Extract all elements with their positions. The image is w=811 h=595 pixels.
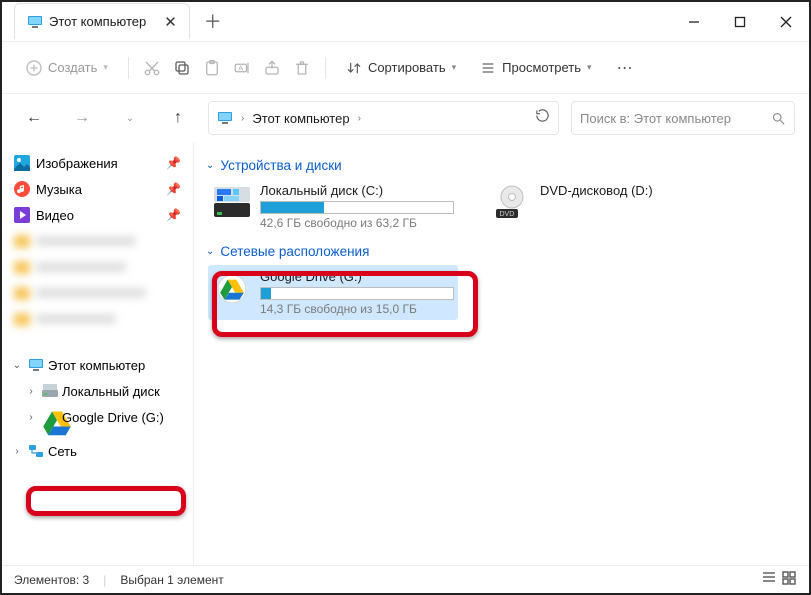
- content-area: ⌄ Устройства и диски Локальный диск (C:)…: [194, 142, 809, 565]
- drive-name: DVD-дисковод (D:): [540, 183, 684, 198]
- sidebar: Изображения 📌 Музыка 📌 Видео 📌 ⌄: [2, 142, 194, 565]
- drive-name: Локальный диск (C:): [260, 183, 454, 198]
- large-icons-view-button[interactable]: [781, 570, 797, 589]
- up-button[interactable]: ↑: [160, 100, 196, 136]
- create-button[interactable]: Создать ▾: [16, 51, 118, 85]
- sidebar-item-video[interactable]: Видео 📌: [6, 202, 189, 228]
- chevron-right-icon: ›: [358, 113, 361, 124]
- status-item-count: Элементов: 3: [14, 573, 89, 587]
- new-tab-button[interactable]: ＋: [196, 4, 230, 38]
- pin-icon: 📌: [166, 208, 181, 222]
- sidebar-item-label: Изображения: [36, 156, 118, 171]
- sidebar-item-images[interactable]: Изображения 📌: [6, 150, 189, 176]
- sidebar-item-music[interactable]: Музыка 📌: [6, 176, 189, 202]
- sort-icon: [346, 60, 362, 76]
- local-disk-icon: [212, 183, 252, 223]
- view-button[interactable]: Просмотреть ▾: [470, 51, 601, 85]
- search-input[interactable]: Поиск в: Этот компьютер: [571, 101, 795, 135]
- recent-dropdown[interactable]: ⌄: [112, 100, 148, 136]
- dvd-drive-icon: DVD: [492, 183, 532, 223]
- address-row: ← → ⌄ ↑ › Этот компьютер › Поиск в: Этот…: [2, 94, 809, 142]
- titlebar: Этот компьютер ✕ ＋: [2, 2, 809, 42]
- back-button[interactable]: ←: [16, 100, 52, 136]
- chevron-right-icon[interactable]: ›: [10, 446, 24, 457]
- drive-name: Google Drive (G:): [260, 269, 454, 284]
- rename-button[interactable]: A: [229, 55, 255, 81]
- this-pc-icon: [27, 14, 43, 30]
- drive-dvd-d[interactable]: DVD DVD-дисковод (D:): [488, 179, 688, 234]
- chevron-down-icon[interactable]: ⌄: [10, 360, 24, 371]
- group-label: Устройства и диски: [220, 158, 341, 173]
- drive-free-text: 42,6 ГБ свободно из 63,2 ГБ: [260, 216, 454, 230]
- tab-label: Этот компьютер: [49, 14, 146, 29]
- tree-google-drive[interactable]: › Google Drive (G:): [6, 404, 189, 430]
- tree-label: Этот компьютер: [48, 358, 145, 373]
- sort-button[interactable]: Сортировать ▾: [336, 51, 466, 85]
- plus-circle-icon: [26, 60, 42, 76]
- breadcrumb-this-pc[interactable]: Этот компьютер: [252, 111, 349, 126]
- video-icon: [14, 207, 30, 223]
- status-bar: Элементов: 3 | Выбран 1 элемент: [2, 565, 809, 593]
- music-icon: [14, 181, 30, 197]
- sidebar-item-blurred[interactable]: [6, 254, 189, 280]
- svg-text:A: A: [238, 63, 243, 72]
- drive-local-c[interactable]: Локальный диск (C:) 42,6 ГБ свободно из …: [208, 179, 458, 234]
- tree-network[interactable]: › Сеть: [6, 438, 189, 464]
- pin-icon: 📌: [166, 182, 181, 196]
- tab-this-pc[interactable]: Этот компьютер ✕: [14, 3, 190, 39]
- tree-label: Сеть: [48, 444, 77, 459]
- search-placeholder: Поиск в: Этот компьютер: [580, 111, 771, 126]
- tree-label: Google Drive (G:): [62, 410, 164, 425]
- refresh-button[interactable]: [535, 108, 550, 128]
- paste-button[interactable]: [199, 55, 225, 81]
- group-devices[interactable]: ⌄ Устройства и диски: [206, 158, 795, 173]
- drive-free-text: 14,3 ГБ свободно из 15,0 ГБ: [260, 302, 454, 316]
- sidebar-item-label: Видео: [36, 208, 74, 223]
- close-window-button[interactable]: [763, 3, 809, 41]
- images-icon: [14, 155, 30, 171]
- tree-this-pc[interactable]: ⌄ Этот компьютер: [6, 352, 189, 378]
- tab-close-button[interactable]: ✕: [164, 13, 177, 31]
- google-drive-icon: [212, 269, 252, 309]
- details-view-button[interactable]: [761, 570, 777, 589]
- chevron-right-icon: ›: [241, 113, 244, 124]
- group-network[interactable]: ⌄ Сетевые расположения: [206, 244, 795, 259]
- tree-local-disk[interactable]: › Локальный диск: [6, 378, 189, 404]
- drive-icon: [42, 384, 58, 398]
- chevron-right-icon[interactable]: ›: [24, 412, 38, 423]
- toolbar: Создать ▾ A Сортировать ▾ Просмотреть ▾ …: [2, 42, 809, 94]
- network-icon: [28, 443, 44, 459]
- chevron-down-icon: ⌄: [206, 160, 214, 171]
- chevron-right-icon[interactable]: ›: [24, 386, 38, 397]
- pin-icon: 📌: [166, 156, 181, 170]
- view-icon: [480, 60, 496, 76]
- sidebar-item-blurred[interactable]: [6, 280, 189, 306]
- forward-button[interactable]: →: [64, 100, 100, 136]
- group-label: Сетевые расположения: [220, 244, 369, 259]
- drive-google-g[interactable]: Google Drive (G:) 14,3 ГБ свободно из 15…: [208, 265, 458, 320]
- status-selected-count: Выбран 1 элемент: [120, 573, 223, 587]
- tree-label: Локальный диск: [62, 384, 160, 399]
- search-icon: [771, 111, 786, 126]
- sidebar-item-blurred[interactable]: [6, 306, 189, 332]
- share-button[interactable]: [259, 55, 285, 81]
- copy-button[interactable]: [169, 55, 195, 81]
- sidebar-item-label: Музыка: [36, 182, 82, 197]
- delete-button[interactable]: [289, 55, 315, 81]
- address-bar[interactable]: › Этот компьютер ›: [208, 101, 559, 135]
- maximize-button[interactable]: [717, 3, 763, 41]
- cut-button[interactable]: [139, 55, 165, 81]
- minimize-button[interactable]: [671, 3, 717, 41]
- capacity-bar: [260, 201, 454, 214]
- sidebar-item-blurred[interactable]: [6, 228, 189, 254]
- capacity-bar: [260, 287, 454, 300]
- this-pc-icon: [28, 357, 44, 373]
- google-drive-icon: [42, 409, 58, 425]
- more-button[interactable]: ⋯: [612, 55, 638, 81]
- this-pc-icon: [217, 110, 233, 126]
- svg-text:DVD: DVD: [500, 211, 515, 218]
- chevron-down-icon: ⌄: [206, 246, 214, 257]
